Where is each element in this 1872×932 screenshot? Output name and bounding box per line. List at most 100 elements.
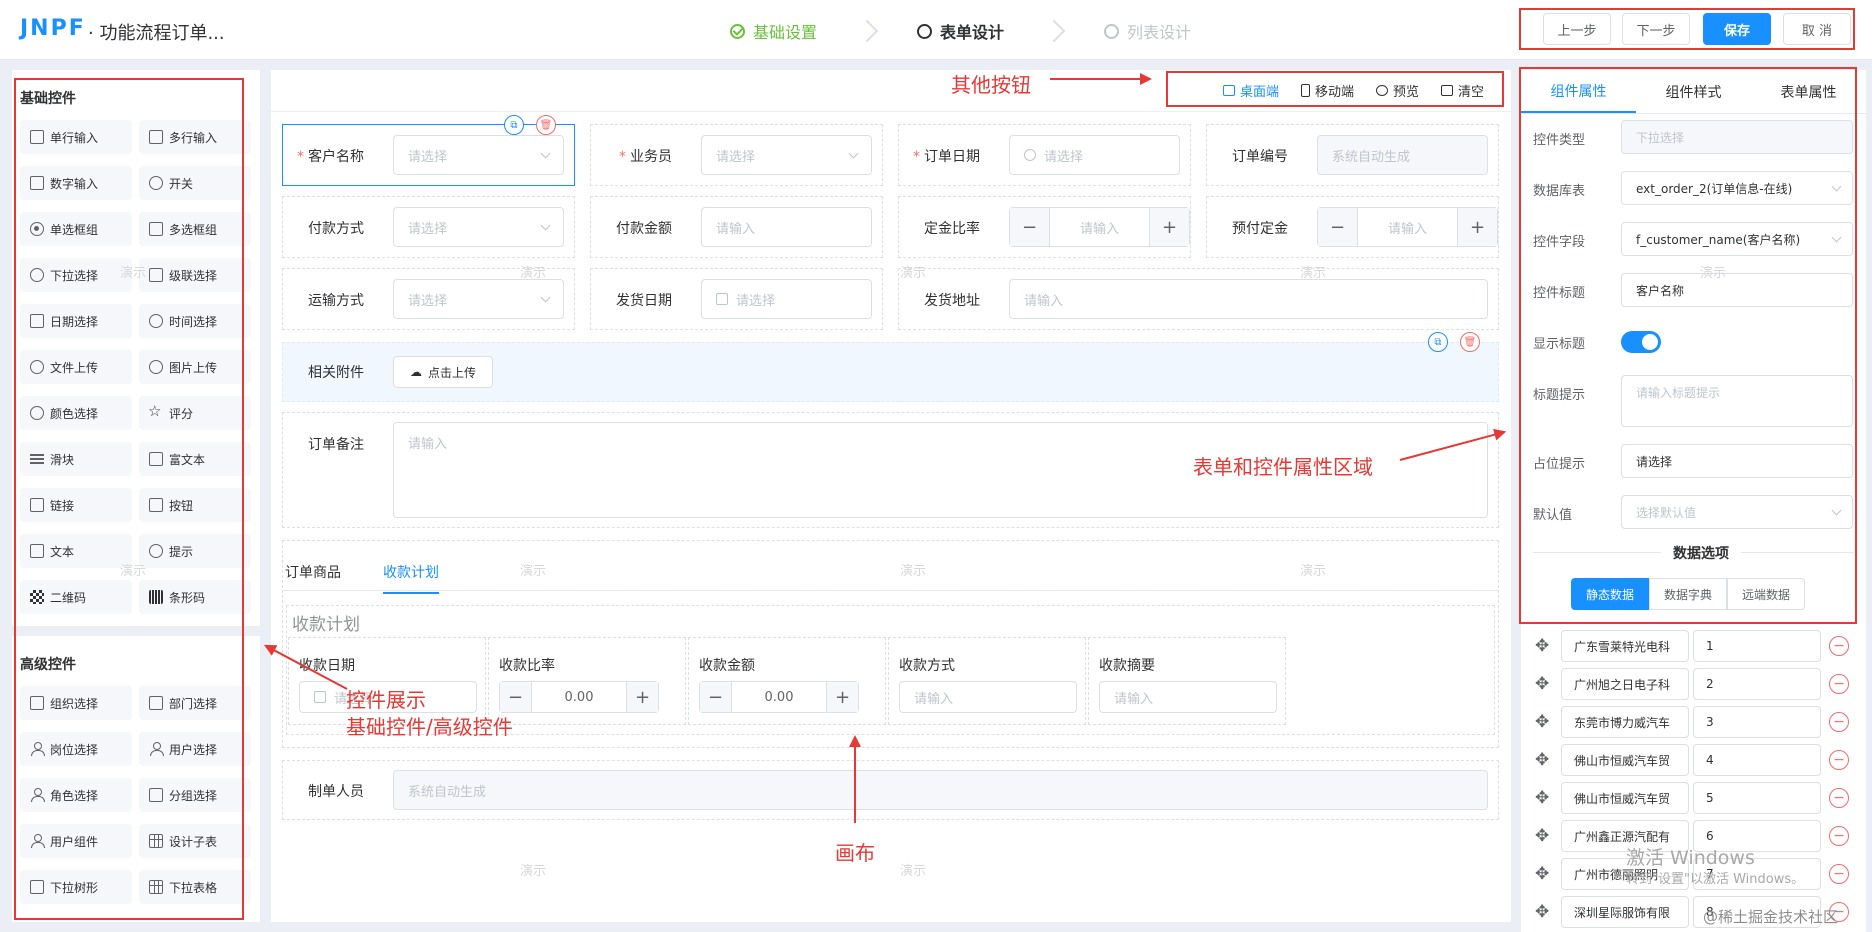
deposit-rate-stepper[interactable]: − 请输入 + (1009, 207, 1190, 247)
pay-method-select[interactable]: 请选择 (393, 207, 564, 247)
control-item[interactable]: 滑块 (20, 442, 132, 476)
control-item[interactable]: 单行输入 (20, 120, 132, 154)
copy-icon[interactable]: ⧉ (1428, 332, 1448, 352)
db-table-select[interactable]: ext_order_2(订单信息-在线) (1621, 171, 1853, 205)
control-item[interactable]: 组织选择 (20, 686, 132, 720)
control-item[interactable]: 下拉选择 (20, 258, 132, 292)
minus-icon[interactable]: − (1318, 208, 1358, 246)
mobile-view-button[interactable]: 移动端 (1301, 81, 1354, 100)
step-form-design[interactable]: 表单设计 (917, 19, 1004, 43)
control-item[interactable]: 用户组件 (20, 824, 132, 858)
cancel-button[interactable]: 取 消 (1783, 13, 1851, 45)
control-item[interactable]: 分组选择 (139, 778, 251, 812)
dictionary-data-button[interactable]: 数据字典 (1649, 578, 1728, 610)
control-item[interactable]: 下拉表格 (139, 870, 251, 904)
ship-date-picker[interactable]: 请选择 (701, 279, 872, 319)
control-field-select[interactable]: f_customer_name(客户名称) (1621, 222, 1853, 256)
drag-move-icon[interactable]: ✥ (1535, 788, 1549, 808)
control-item[interactable]: 富文本 (139, 442, 251, 476)
control-item[interactable]: 颜色选择 (20, 396, 132, 430)
shipping-method-select[interactable]: 请选择 (393, 279, 564, 319)
control-item[interactable]: 多行输入 (139, 120, 251, 154)
tab-form-props[interactable]: 表单属性 (1751, 70, 1866, 113)
control-item[interactable]: 条形码 (139, 580, 251, 614)
placeholder-input[interactable]: 请选择 (1621, 444, 1853, 478)
control-item[interactable]: 数字输入 (20, 166, 132, 200)
drag-move-icon[interactable]: ✥ (1535, 864, 1549, 884)
delete-icon[interactable]: 🗑 (536, 115, 556, 135)
delete-icon[interactable]: 🗑 (1460, 332, 1480, 352)
option-label-input[interactable]: 佛山市恒威汽车贸 (1561, 782, 1689, 814)
pay-amount-input[interactable]: 请输入 (701, 207, 872, 247)
default-value-select[interactable]: 选择默认值 (1621, 495, 1853, 529)
minus-icon[interactable]: − (500, 682, 532, 712)
control-item[interactable]: 提示 (139, 534, 251, 568)
plan-method-input[interactable]: 请输入 (899, 681, 1077, 713)
drag-move-icon[interactable]: ✥ (1535, 750, 1549, 770)
plus-icon[interactable]: + (626, 682, 658, 712)
option-value-input[interactable]: 5 (1693, 782, 1821, 814)
plus-icon[interactable]: + (1149, 208, 1189, 246)
drag-move-icon[interactable]: ✥ (1535, 826, 1549, 846)
customer-name-select[interactable]: 请选择 (393, 135, 564, 175)
control-item[interactable]: 部门选择 (139, 686, 251, 720)
plan-summary-input[interactable]: 请输入 (1099, 681, 1277, 713)
control-title-input[interactable]: 客户名称 (1621, 273, 1853, 307)
option-label-input[interactable]: 深圳星际服饰有限 (1561, 896, 1689, 928)
option-value-input[interactable]: 1 (1693, 630, 1821, 662)
control-item[interactable]: 开关 (139, 166, 251, 200)
control-item[interactable]: 日期选择 (20, 304, 132, 338)
control-item[interactable]: 文件上传 (20, 350, 132, 384)
ship-address-input[interactable]: 请输入 (1009, 279, 1488, 319)
control-item[interactable]: 文本 (20, 534, 132, 568)
plan-rate-stepper[interactable]: −0.00 + (499, 681, 659, 713)
control-item[interactable]: 图片上传 (139, 350, 251, 384)
prepaid-deposit-stepper[interactable]: − 请输入 + (1317, 207, 1498, 247)
control-item[interactable]: 角色选择 (20, 778, 132, 812)
preview-button[interactable]: 预览 (1376, 81, 1419, 100)
show-title-toggle[interactable] (1621, 331, 1661, 353)
control-item[interactable]: 链接 (20, 488, 132, 522)
option-value-input[interactable]: 3 (1693, 706, 1821, 738)
static-data-button[interactable]: 静态数据 (1571, 578, 1650, 610)
control-item[interactable]: 单选框组 (20, 212, 132, 246)
control-item[interactable]: 级联选择 (139, 258, 251, 292)
title-tip-textarea[interactable]: 请输入标题提示 (1621, 375, 1853, 427)
control-item[interactable]: 二维码 (20, 580, 132, 614)
control-item[interactable]: 多选框组 (139, 212, 251, 246)
drag-move-icon[interactable]: ✥ (1535, 674, 1549, 694)
step-basic-settings[interactable]: 基础设置 (730, 19, 817, 43)
tab-component-style[interactable]: 组件样式 (1636, 70, 1751, 113)
plus-icon[interactable]: + (826, 682, 858, 712)
prev-step-button[interactable]: 上一步 (1543, 13, 1611, 45)
desktop-view-button[interactable]: 桌面端 (1223, 81, 1279, 100)
option-label-input[interactable]: 广州旭之日电子科 (1561, 668, 1689, 700)
copy-icon[interactable]: ⧉ (504, 115, 524, 135)
drag-move-icon[interactable]: ✥ (1535, 636, 1549, 656)
save-button[interactable]: 保存 (1703, 13, 1771, 45)
control-item[interactable]: 时间选择 (139, 304, 251, 338)
remove-circle-icon[interactable]: − (1829, 826, 1849, 846)
plus-icon[interactable]: + (1457, 208, 1497, 246)
control-item[interactable]: 下拉树形 (20, 870, 132, 904)
control-item[interactable]: 按钮 (139, 488, 251, 522)
order-date-picker[interactable]: 请选择 (1009, 135, 1180, 175)
remote-data-button[interactable]: 远端数据 (1727, 578, 1806, 610)
plan-amount-stepper[interactable]: −0.00 + (699, 681, 859, 713)
remove-circle-icon[interactable]: − (1829, 788, 1849, 808)
tab-component-props[interactable]: 组件属性 (1521, 70, 1636, 113)
option-label-input[interactable]: 广东雪莱特光电科 (1561, 630, 1689, 662)
next-step-button[interactable]: 下一步 (1622, 13, 1690, 45)
upload-button[interactable]: ☁ 点击上传 (393, 356, 493, 388)
control-item[interactable]: 设计子表 (139, 824, 251, 858)
minus-icon[interactable]: − (700, 682, 732, 712)
salesman-select[interactable]: 请选择 (701, 135, 872, 175)
minus-icon[interactable]: − (1010, 208, 1050, 246)
drag-move-icon[interactable]: ✥ (1535, 902, 1549, 922)
remove-circle-icon[interactable]: − (1829, 712, 1849, 732)
control-item[interactable]: 评分 (139, 396, 251, 430)
option-value-input[interactable]: 2 (1693, 668, 1821, 700)
remove-circle-icon[interactable]: − (1829, 636, 1849, 656)
option-value-input[interactable]: 4 (1693, 744, 1821, 776)
option-label-input[interactable]: 东莞市博力威汽车 (1561, 706, 1689, 738)
